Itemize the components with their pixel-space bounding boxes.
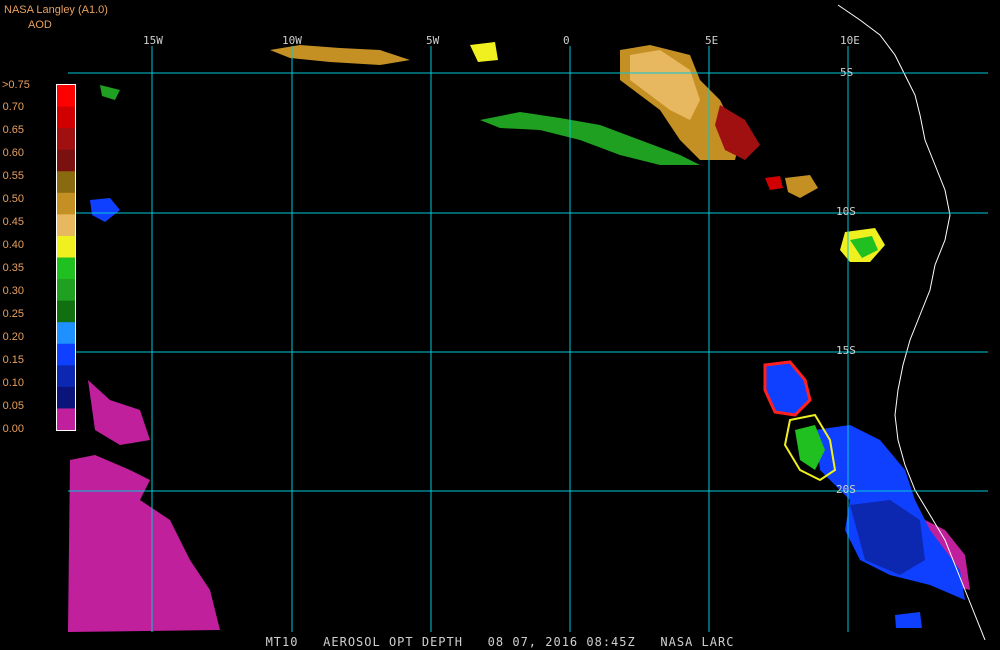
caption-date: 08 07, 2016 08:45Z — [487, 635, 636, 649]
lon-label: 10W — [282, 34, 302, 47]
colorbar-label: 0.55 — [2, 170, 24, 182]
caption-line: MT10 AEROSOL OPT DEPTH 08 07, 2016 08:45… — [0, 635, 1000, 649]
aod-patch-red-8s — [765, 176, 783, 190]
colorbar-label: 0.15 — [2, 354, 24, 366]
colorbar-label: 0.00 — [2, 423, 24, 435]
source-label: NASA Langley (A1.0) — [4, 4, 108, 16]
lat-label: 10S — [836, 205, 856, 218]
aerosol-patches — [68, 42, 970, 632]
aod-patch-orange-north — [270, 45, 410, 65]
lat-label: 15S — [836, 344, 856, 357]
aod-patch-yellow-north — [470, 42, 498, 62]
colorbar-label: 0.30 — [2, 285, 24, 297]
colorbar-label: 0.50 — [2, 193, 24, 205]
aod-patch-blue-west — [90, 198, 120, 222]
lon-label: 10E — [840, 34, 860, 47]
product-label: AOD — [28, 19, 52, 31]
colorbar-label: 0.70 — [2, 101, 24, 113]
caption-product: AEROSOL OPT DEPTH — [323, 635, 463, 649]
aod-patch-blue-coast — [895, 612, 922, 628]
colorbar-label: 0.25 — [2, 308, 24, 320]
lat-lon-grid — [68, 46, 988, 632]
colorbar-label: 0.20 — [2, 331, 24, 343]
aod-patch-green-west — [100, 85, 120, 100]
aod-patch-magenta-southwest — [68, 455, 220, 632]
aod-patch-magenta-west — [88, 380, 150, 445]
colorbar-label: 0.60 — [2, 147, 24, 159]
lat-label: 5S — [840, 66, 854, 79]
colorbar-label: 0.05 — [2, 400, 24, 412]
colorbar-frame — [56, 84, 76, 431]
caption-satellite: MT10 — [265, 635, 299, 649]
colorbar-label: 0.65 — [2, 124, 24, 136]
colorbar-label: 0.10 — [2, 377, 24, 389]
aod-patch-tan-8s — [785, 175, 818, 198]
lat-label: 20S — [836, 483, 856, 496]
colorbar-label: 0.40 — [2, 239, 24, 251]
lon-label: 5E — [705, 34, 719, 47]
lon-label: 5W — [426, 34, 440, 47]
colorbar-label: 0.35 — [2, 262, 24, 274]
lon-label: 0 — [563, 34, 570, 47]
caption-agency: NASA LARC — [660, 635, 735, 649]
colorbar-label: 0.45 — [2, 216, 24, 228]
aerosol-map — [57, 4, 988, 641]
lon-label: 15W — [143, 34, 163, 47]
colorbar-label: >0.75 — [2, 79, 30, 91]
